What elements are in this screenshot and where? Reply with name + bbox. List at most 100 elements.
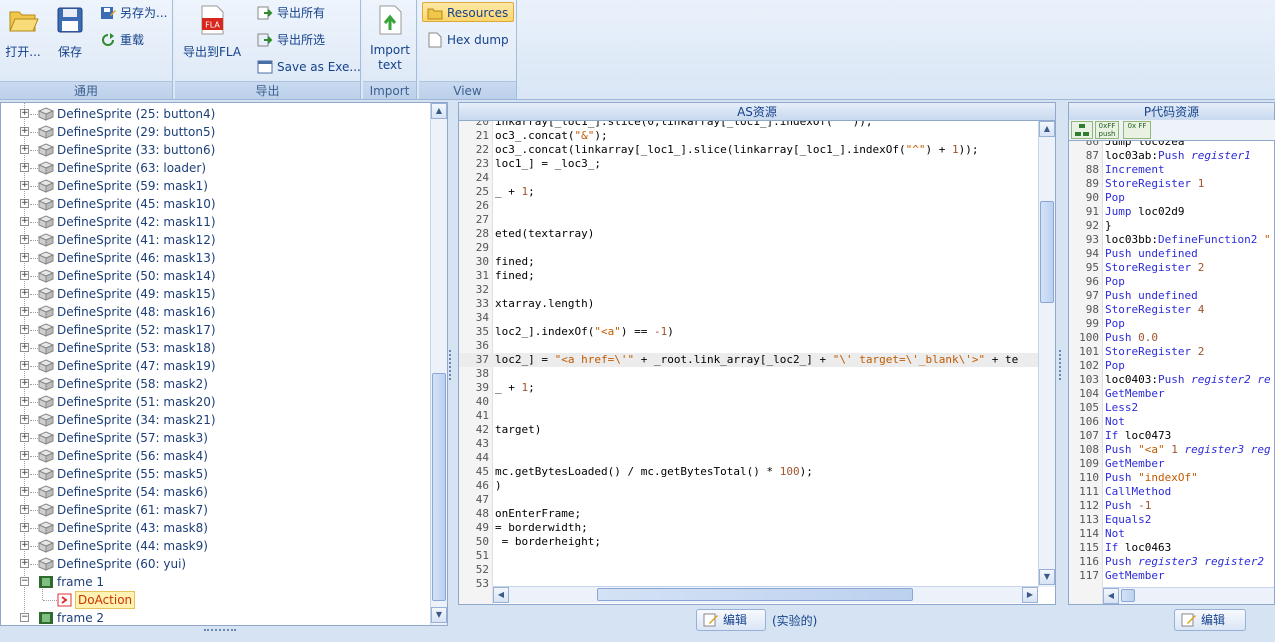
tree-expand-icon[interactable]: +: [20, 163, 29, 172]
tree-item-sprite[interactable]: DefineSprite (59: mask1): [57, 177, 208, 195]
pcode-push-button[interactable]: 0xFF push: [1095, 121, 1119, 139]
tree-item-sprite[interactable]: DefineSprite (25: button4): [57, 105, 215, 123]
tree-item-sprite[interactable]: DefineSprite (33: button6): [57, 141, 215, 159]
code-line[interactable]: Not: [1105, 527, 1125, 541]
splitter-grip-icon[interactable]: [1059, 350, 1065, 380]
as-edit-button[interactable]: 编辑: [696, 609, 766, 631]
tree-item-sprite[interactable]: DefineSprite (43: mask8): [57, 519, 208, 537]
code-line[interactable]: loc0403:Push register2 re: [1105, 373, 1271, 387]
code-line[interactable]: onEnterFrame;: [495, 507, 581, 521]
code-line[interactable]: GetMember: [1105, 457, 1165, 471]
tree-expand-icon[interactable]: +: [20, 145, 29, 154]
tree-item-sprite[interactable]: DefineSprite (44: mask9): [57, 537, 208, 555]
tree-scroll-thumb[interactable]: [432, 373, 446, 601]
export-selected-button[interactable]: 导出所选: [257, 30, 325, 50]
save-as-button[interactable]: 另存为...: [100, 3, 167, 23]
code-line[interactable]: Pop: [1105, 359, 1125, 373]
export-fla-button[interactable]: FLA 导出到FLA: [181, 4, 243, 60]
tree-expand-icon[interactable]: +: [20, 253, 29, 262]
code-line[interactable]: oc3_.concat("&");: [495, 129, 608, 143]
code-line[interactable]: = borderheight;: [495, 535, 601, 549]
tree-expand-icon[interactable]: +: [20, 235, 29, 244]
tree-item-frame-1[interactable]: frame 1: [57, 573, 104, 591]
save-as-exe-button[interactable]: Save as Exe...: [257, 57, 361, 77]
tree-item-sprite[interactable]: DefineSprite (29: button5): [57, 123, 215, 141]
tree-item-sprite[interactable]: DefineSprite (58: mask2): [57, 375, 208, 393]
tree-expand-icon[interactable]: +: [20, 361, 29, 370]
code-line[interactable]: loc03ab:Push register1: [1105, 149, 1251, 163]
tree-expand-icon[interactable]: +: [20, 343, 29, 352]
tree-expand-icon[interactable]: +: [20, 487, 29, 496]
tree-expand-icon[interactable]: +: [20, 541, 29, 550]
code-line[interactable]: loc1_] = _loc3_;: [495, 157, 601, 171]
as-vertical-scrollbar[interactable]: ▲ ▼: [1038, 121, 1055, 587]
pcode-edit-button[interactable]: 编辑: [1174, 609, 1246, 631]
tree-item-sprite[interactable]: DefineSprite (51: mask20): [57, 393, 216, 411]
code-line[interactable]: Push undefined: [1105, 247, 1198, 261]
scroll-right-arrow-icon[interactable]: ▶: [1022, 587, 1038, 603]
tree-item-sprite[interactable]: DefineSprite (45: mask10): [57, 195, 216, 213]
code-line[interactable]: StoreRegister 1: [1105, 177, 1204, 191]
scroll-up-arrow-icon[interactable]: ▲: [1039, 121, 1055, 137]
scroll-left-arrow-icon[interactable]: ◀: [1103, 588, 1119, 604]
export-all-button[interactable]: 导出所有: [257, 3, 325, 23]
tree-item-sprite[interactable]: DefineSprite (60: yui): [57, 555, 186, 573]
code-line[interactable]: xtarray.length): [495, 297, 594, 311]
hex-dump-button[interactable]: Hex dump: [427, 30, 509, 50]
code-line[interactable]: mc.getBytesLoaded() / mc.getBytesTotal()…: [495, 465, 813, 479]
code-line[interactable]: fined;: [495, 255, 535, 269]
as-hscroll-thumb[interactable]: [597, 588, 913, 601]
tree-expand-icon[interactable]: +: [20, 433, 29, 442]
code-line[interactable]: _ + 1;: [495, 185, 535, 199]
code-line[interactable]: Increment: [1105, 163, 1165, 177]
pcode-hex-button[interactable]: 0x FF: [1123, 121, 1151, 139]
tree-collapse-icon[interactable]: −: [20, 613, 29, 622]
tree-expand-icon[interactable]: +: [20, 379, 29, 388]
tree-item-sprite[interactable]: DefineSprite (47: mask19): [57, 357, 216, 375]
tree-item-sprite[interactable]: DefineSprite (41: mask12): [57, 231, 216, 249]
tree-item-sprite[interactable]: DefineSprite (61: mask7): [57, 501, 208, 519]
as-horizontal-scrollbar[interactable]: ◀ ▶: [493, 586, 1038, 603]
scroll-down-arrow-icon[interactable]: ▼: [431, 607, 447, 623]
code-line[interactable]: StoreRegister 2: [1105, 261, 1204, 275]
code-line[interactable]: oc3_.concat(linkarray[_loc1_].slice(link…: [495, 143, 978, 157]
tree-expand-icon[interactable]: +: [20, 451, 29, 460]
tree-expand-icon[interactable]: +: [20, 559, 29, 568]
scroll-down-arrow-icon[interactable]: ▼: [1039, 569, 1055, 585]
tree-item-sprite[interactable]: DefineSprite (63: loader): [57, 159, 206, 177]
code-line[interactable]: Push "indexOf": [1105, 471, 1198, 485]
code-line[interactable]: Push -1: [1105, 499, 1151, 513]
code-line[interactable]: Pop: [1105, 317, 1125, 331]
code-line[interactable]: GetMember: [1105, 569, 1165, 583]
code-line[interactable]: Less2: [1105, 401, 1138, 415]
code-line[interactable]: eted(textarray): [495, 227, 594, 241]
save-button[interactable]: 保存: [52, 4, 88, 60]
tree-collapse-icon[interactable]: −: [20, 577, 29, 586]
tree-item-sprite[interactable]: DefineSprite (52: mask17): [57, 321, 216, 339]
reload-button[interactable]: 重载: [100, 30, 144, 50]
as-code-editor[interactable]: 20 inkarray[_loc1_].slice(0,linkarray[_lo…: [458, 120, 1056, 605]
pcode-graph-button[interactable]: [1071, 121, 1093, 139]
code-line[interactable]: }: [1105, 219, 1112, 233]
code-line[interactable]: StoreRegister 4: [1105, 303, 1204, 317]
tree-item-doaction[interactable]: DoAction: [75, 591, 136, 609]
tree-expand-icon[interactable]: +: [20, 199, 29, 208]
code-line[interactable]: If loc0463: [1105, 541, 1171, 555]
pcode-editor[interactable]: 86 Jump loc02ea 87 loc03ab:Push register1 88…: [1068, 140, 1275, 605]
tree-item-frame-2[interactable]: frame 2: [57, 609, 104, 627]
tree-item-sprite[interactable]: DefineSprite (42: mask11): [57, 213, 216, 231]
code-line[interactable]: Jump loc02ea: [1105, 141, 1184, 149]
tree-item-sprite[interactable]: DefineSprite (54: mask6): [57, 483, 208, 501]
tree-expand-icon[interactable]: +: [20, 271, 29, 280]
tree-item-sprite[interactable]: DefineSprite (46: mask13): [57, 249, 216, 267]
code-line[interactable]: inkarray[_loc1_].slice(0,linkarray[_loc1…: [495, 121, 873, 129]
code-line[interactable]: = borderwidth;: [495, 521, 588, 535]
code-line[interactable]: Pop: [1105, 275, 1125, 289]
pcode-horizontal-scrollbar[interactable]: ◀: [1103, 587, 1274, 604]
tree-item-sprite[interactable]: DefineSprite (48: mask16): [57, 303, 216, 321]
code-line[interactable]: Push "<a" 1 register3 reg: [1105, 443, 1271, 457]
tree-expand-icon[interactable]: +: [20, 469, 29, 478]
tree-item-sprite[interactable]: DefineSprite (57: mask3): [57, 429, 208, 447]
code-line[interactable]: Jump loc02d9: [1105, 205, 1184, 219]
tree-item-sprite[interactable]: DefineSprite (49: mask15): [57, 285, 216, 303]
